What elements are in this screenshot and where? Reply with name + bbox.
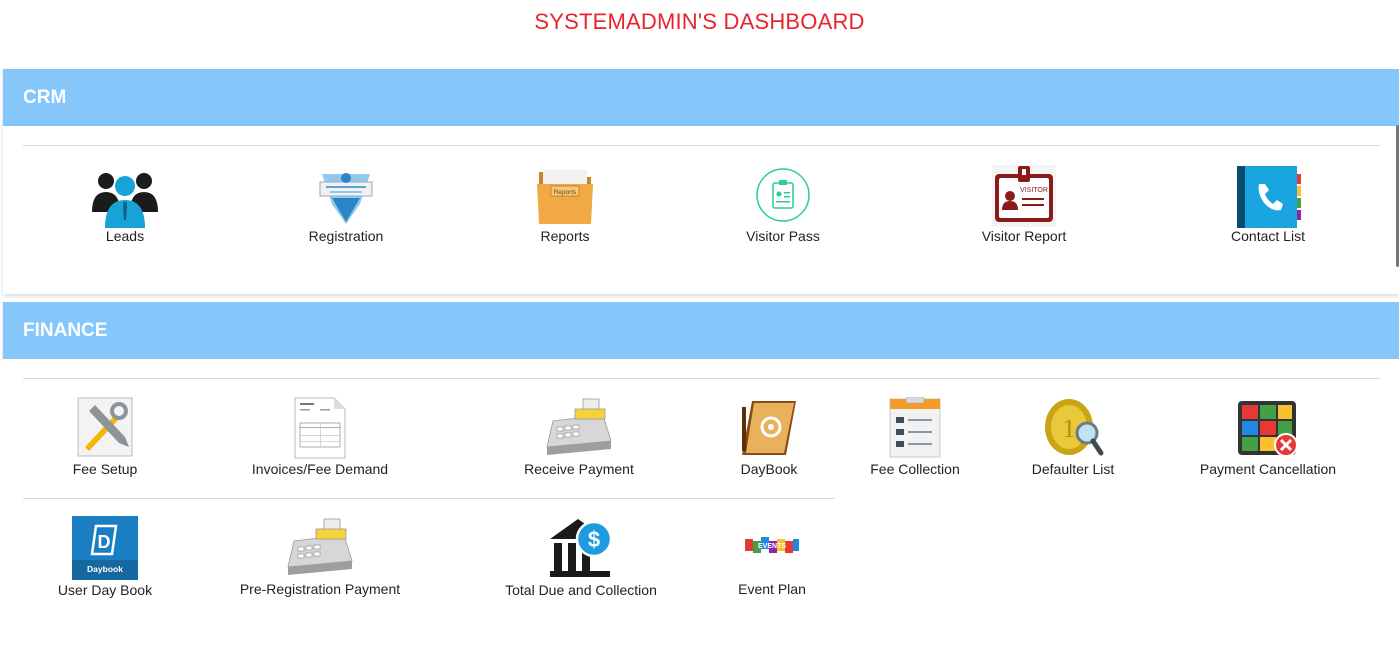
payment-cancel-icon bbox=[1238, 401, 1298, 457]
finance-receive-payment-tile[interactable]: Receive Payment bbox=[519, 395, 639, 481]
finance-receive-payment-label: Receive Payment bbox=[524, 461, 634, 477]
finance-panel-header[interactable]: FINANCE bbox=[3, 302, 1399, 359]
svg-text:EVENTS: EVENTS bbox=[758, 543, 786, 550]
crm-panel-header[interactable]: CRM bbox=[3, 69, 1399, 126]
crm-registration-tile[interactable]: Registration bbox=[288, 162, 404, 248]
crm-visitor-pass-tile[interactable]: Visitor Pass bbox=[733, 162, 833, 248]
finance-event-plan-label: Event Plan bbox=[738, 581, 806, 597]
crm-panel-body: Leads Registration Reports Reports Visit… bbox=[3, 126, 1399, 294]
svg-text:Reports: Reports bbox=[554, 189, 578, 196]
finance-defaulter-list-tile[interactable]: 1 Defaulter List bbox=[1021, 395, 1125, 481]
page-title: SYSTEMADMIN'S DASHBOARD bbox=[534, 9, 865, 34]
finance-fee-setup-tile[interactable]: Fee Setup bbox=[55, 395, 155, 481]
address-book-icon bbox=[742, 401, 796, 455]
finance-user-day-book-tile[interactable]: D Daybook User Day Book bbox=[55, 515, 155, 601]
finance-pre-registration-payment-label: Pre-Registration Payment bbox=[239, 581, 401, 597]
svg-text:D: D bbox=[98, 532, 111, 552]
finance-fee-collection-label: Fee Collection bbox=[870, 461, 960, 477]
bank-dollar-icon: $ bbox=[550, 519, 613, 577]
finance-pre-registration-payment-tile[interactable]: Pre-Registration Payment bbox=[233, 515, 407, 601]
coin-magnifier-icon: 1 bbox=[1045, 399, 1104, 456]
finance-divider-mid bbox=[23, 498, 835, 499]
svg-text:$: $ bbox=[588, 527, 600, 552]
crm-visitor-report-tile[interactable]: VISITOR Visitor Report bbox=[971, 162, 1077, 248]
finance-user-day-book-label: User Day Book bbox=[57, 582, 153, 598]
tools-icon bbox=[77, 397, 133, 457]
daybook-app-icon: D Daybook bbox=[72, 516, 138, 580]
finance-defaulter-list-label: Defaulter List bbox=[1031, 461, 1115, 477]
cash-register-icon bbox=[546, 398, 612, 455]
finance-event-plan-tile[interactable]: EVENTS Event Plan bbox=[722, 515, 822, 601]
svg-text:1: 1 bbox=[1063, 414, 1076, 443]
finance-panel-title: FINANCE bbox=[23, 320, 108, 341]
finance-daybook-tile[interactable]: DayBook bbox=[719, 395, 819, 481]
finance-total-due-tile[interactable]: $ Total Due and Collection bbox=[496, 515, 666, 601]
invoice-document-icon bbox=[294, 397, 346, 459]
finance-invoices-tile[interactable]: Invoices/Fee Demand bbox=[243, 395, 397, 481]
finance-payment-cancellation-label: Payment Cancellation bbox=[1199, 461, 1337, 477]
crm-visitor-pass-label: Visitor Pass bbox=[746, 228, 820, 244]
crm-visitor-report-label: Visitor Report bbox=[981, 228, 1067, 244]
finance-payment-cancellation-tile[interactable]: Payment Cancellation bbox=[1193, 395, 1343, 481]
events-blocks-icon: EVENTS bbox=[745, 537, 799, 553]
crm-panel-title: CRM bbox=[23, 87, 67, 108]
reports-folder-icon: Reports bbox=[537, 170, 593, 224]
registration-badge-icon bbox=[319, 173, 373, 224]
crm-reports-tile[interactable]: Reports Reports bbox=[515, 162, 615, 248]
finance-daybook-label: DayBook bbox=[740, 461, 798, 477]
crm-leads-label: Leads bbox=[105, 228, 145, 244]
finance-total-due-label: Total Due and Collection bbox=[505, 582, 657, 598]
visitor-pass-icon bbox=[756, 168, 810, 222]
crm-reports-label: Reports bbox=[540, 228, 590, 244]
svg-text:Daybook: Daybook bbox=[87, 564, 123, 574]
svg-text:VISITOR: VISITOR bbox=[1020, 187, 1048, 194]
finance-fee-setup-label: Fee Setup bbox=[72, 461, 138, 477]
crm-contact-list-label: Contact List bbox=[1231, 228, 1305, 244]
cash-register-icon bbox=[287, 518, 353, 575]
leads-people-icon bbox=[92, 173, 158, 228]
finance-invoices-label: Invoices/Fee Demand bbox=[251, 461, 389, 477]
crm-registration-label: Registration bbox=[308, 228, 384, 244]
crm-contact-list-tile[interactable]: Contact List bbox=[1215, 162, 1321, 248]
finance-panel-body: Fee Setup Invoices/Fee Demand Receive Pa… bbox=[3, 359, 1399, 648]
finance-divider-top bbox=[23, 378, 1380, 379]
crm-leads-tile[interactable]: Leads bbox=[75, 162, 175, 248]
contact-book-icon bbox=[1237, 166, 1301, 228]
visitor-badge-icon: VISITOR bbox=[992, 165, 1056, 227]
form-document-icon bbox=[889, 397, 941, 458]
crm-divider bbox=[23, 145, 1380, 146]
finance-fee-collection-tile[interactable]: Fee Collection bbox=[863, 395, 967, 481]
